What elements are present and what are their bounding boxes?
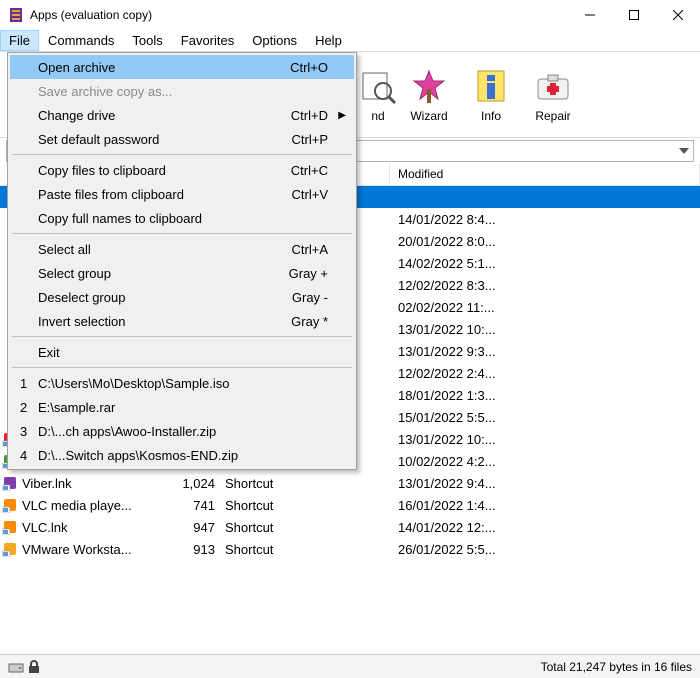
lock-icon	[26, 660, 42, 674]
file-modified: 15/01/2022 5:5...	[390, 410, 700, 425]
file-modified: 20/01/2022 8:0...	[390, 234, 700, 249]
file-size: 947	[160, 520, 225, 535]
menu-copy-full-names[interactable]: Copy full names to clipboard	[10, 206, 354, 230]
file-icon	[2, 497, 18, 513]
maximize-button[interactable]	[612, 0, 656, 30]
menu-invert-selection[interactable]: Invert selection Gray *	[10, 309, 354, 333]
file-row[interactable]: VLC media playe...741Shortcut 16/01/2022 …	[0, 494, 700, 516]
menu-select-group[interactable]: Select group Gray +	[10, 261, 354, 285]
file-modified: 13/01/2022 10:...	[390, 432, 700, 447]
toolbar-wizard-button[interactable]: Wizard	[398, 56, 460, 134]
toolbar-info-button[interactable]: Info	[460, 56, 522, 134]
file-icon	[2, 519, 18, 535]
menu-tools[interactable]: Tools	[123, 30, 171, 51]
file-name: VLC media playe...	[20, 498, 160, 513]
file-size: 913	[160, 542, 225, 557]
menu-open-archive[interactable]: Open archive Ctrl+O	[10, 55, 354, 79]
app-icon	[8, 7, 24, 23]
file-size: 741	[160, 498, 225, 513]
menu-commands[interactable]: Commands	[39, 30, 123, 51]
menu-separator	[12, 154, 352, 155]
menu-set-default-password[interactable]: Set default password Ctrl+P	[10, 127, 354, 151]
menu-change-drive[interactable]: Change drive Ctrl+D ▶	[10, 103, 354, 127]
file-modified: 14/02/2022 5:1...	[390, 256, 700, 271]
menu-copy-files-clipboard[interactable]: Copy files to clipboard Ctrl+C	[10, 158, 354, 182]
file-name: VLC.lnk	[20, 520, 160, 535]
file-modified: 10/02/2022 4:2...	[390, 454, 700, 469]
repair-icon	[534, 67, 572, 105]
file-row[interactable]: Viber.lnk1,024Shortcut 13/01/2022 9:4...	[0, 472, 700, 494]
file-size: 1,024	[160, 476, 225, 491]
toolbar-find-label: nd	[371, 109, 384, 123]
menu-recent-1[interactable]: 1 C:\Users\Mo\Desktop\Sample.iso	[10, 371, 354, 395]
menu-select-all[interactable]: Select all Ctrl+A	[10, 237, 354, 261]
file-name: Viber.lnk	[20, 476, 160, 491]
col-modified[interactable]: Modified	[390, 164, 700, 185]
menu-paste-files-clipboard[interactable]: Paste files from clipboard Ctrl+V	[10, 182, 354, 206]
file-modified: 26/01/2022 5:5...	[390, 542, 700, 557]
wizard-icon	[410, 67, 448, 105]
info-icon	[472, 67, 510, 105]
file-icon	[2, 475, 18, 491]
chevron-down-icon	[679, 148, 689, 154]
file-type: Shortcut	[225, 476, 310, 491]
file-type: Shortcut	[225, 498, 310, 513]
file-modified: 12/02/2022 8:3...	[390, 278, 700, 293]
submenu-arrow-icon: ▶	[338, 110, 346, 121]
file-icon	[2, 541, 18, 557]
drive-icon	[8, 660, 24, 674]
file-modified: 13/01/2022 9:4...	[390, 476, 700, 491]
close-button[interactable]	[656, 0, 700, 30]
toolbar-wizard-label: Wizard	[410, 109, 447, 123]
file-modified: 18/01/2022 1:3...	[390, 388, 700, 403]
menu-recent-3[interactable]: 3 D:\...ch apps\Awoo-Installer.zip	[10, 419, 354, 443]
toolbar-repair-label: Repair	[535, 109, 570, 123]
file-row[interactable]: VLC.lnk947Shortcut 14/01/2022 12:...	[0, 516, 700, 538]
file-type: Shortcut	[225, 542, 310, 557]
menu-separator	[12, 336, 352, 337]
menu-bar: File Commands Tools Favorites Options He…	[0, 30, 700, 52]
menu-recent-2[interactable]: 2 E:\sample.rar	[10, 395, 354, 419]
menu-options[interactable]: Options	[243, 30, 306, 51]
find-icon	[359, 67, 397, 105]
file-modified: 13/01/2022 10:...	[390, 322, 700, 337]
menu-recent-4[interactable]: 4 D:\...Switch apps\Kosmos-END.zip	[10, 443, 354, 467]
file-modified: 12/02/2022 2:4...	[390, 366, 700, 381]
toolbar-find-button[interactable]: nd	[358, 56, 398, 134]
file-type: Shortcut	[225, 520, 310, 535]
menu-file[interactable]: File	[0, 30, 39, 51]
file-modified: 14/01/2022 8:4...	[390, 212, 700, 227]
menu-help[interactable]: Help	[306, 30, 351, 51]
menu-exit[interactable]: Exit	[10, 340, 354, 364]
file-row[interactable]: VMware Worksta...913Shortcut 26/01/2022 5…	[0, 538, 700, 560]
menu-separator	[12, 367, 352, 368]
file-menu-dropdown: Open archive Ctrl+O Save archive copy as…	[7, 52, 357, 470]
toolbar-info-label: Info	[481, 109, 501, 123]
status-text: Total 21,247 bytes in 16 files	[541, 660, 692, 674]
menu-deselect-group[interactable]: Deselect group Gray -	[10, 285, 354, 309]
file-name: VMware Worksta...	[20, 542, 160, 557]
file-modified: 02/02/2022 11:...	[390, 300, 700, 315]
title-bar: Apps (evaluation copy)	[0, 0, 700, 30]
status-icons	[8, 660, 56, 674]
menu-separator	[12, 233, 352, 234]
window-title: Apps (evaluation copy)	[30, 8, 568, 22]
toolbar-repair-button[interactable]: Repair	[522, 56, 584, 134]
minimize-button[interactable]	[568, 0, 612, 30]
status-bar: Total 21,247 bytes in 16 files	[0, 654, 700, 678]
file-modified: 16/01/2022 1:4...	[390, 498, 700, 513]
file-modified: 13/01/2022 9:3...	[390, 344, 700, 359]
file-modified: 14/01/2022 12:...	[390, 520, 700, 535]
menu-favorites[interactable]: Favorites	[172, 30, 243, 51]
menu-save-archive-copy: Save archive copy as...	[10, 79, 354, 103]
